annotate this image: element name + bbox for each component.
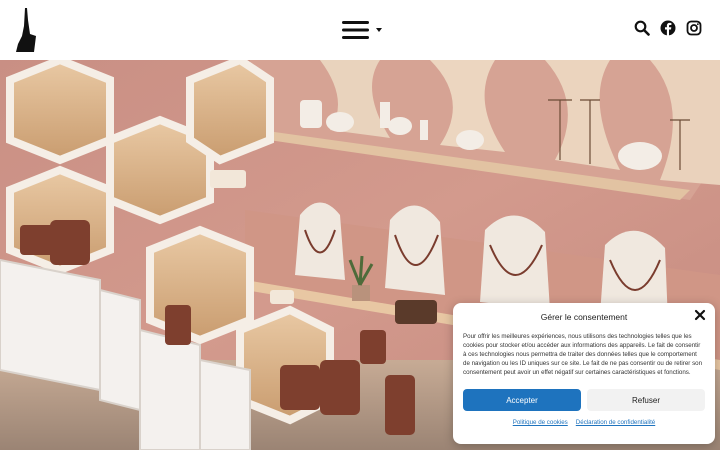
cookie-links: Politique de cookies Déclaration de conf… — [463, 419, 705, 426]
facebook-icon[interactable] — [660, 20, 676, 36]
close-icon[interactable] — [694, 309, 706, 321]
search-icon[interactable] — [634, 20, 650, 36]
instagram-icon[interactable] — [686, 20, 702, 36]
hamburger-menu-icon — [342, 21, 382, 39]
cookie-title: Gérer le consentement — [540, 312, 628, 322]
privacy-statement-link[interactable]: Déclaration de confidentialité — [576, 419, 655, 426]
cookie-actions: Accepter Refuser — [463, 389, 705, 411]
menu-toggle-button[interactable] — [342, 18, 386, 42]
logo[interactable] — [14, 6, 38, 54]
cookie-body: Pour offrir les meilleures expériences, … — [463, 333, 703, 376]
accept-button[interactable]: Accepter — [463, 389, 581, 411]
cookie-policy-link[interactable]: Politique de cookies — [513, 419, 568, 426]
cookie-consent-dialog: Gérer le consentement Pour offrir les me… — [453, 303, 715, 444]
refuse-button[interactable]: Refuser — [587, 389, 705, 411]
caret-down-icon — [376, 28, 382, 32]
header-tools — [634, 20, 702, 36]
site-header — [0, 0, 720, 60]
